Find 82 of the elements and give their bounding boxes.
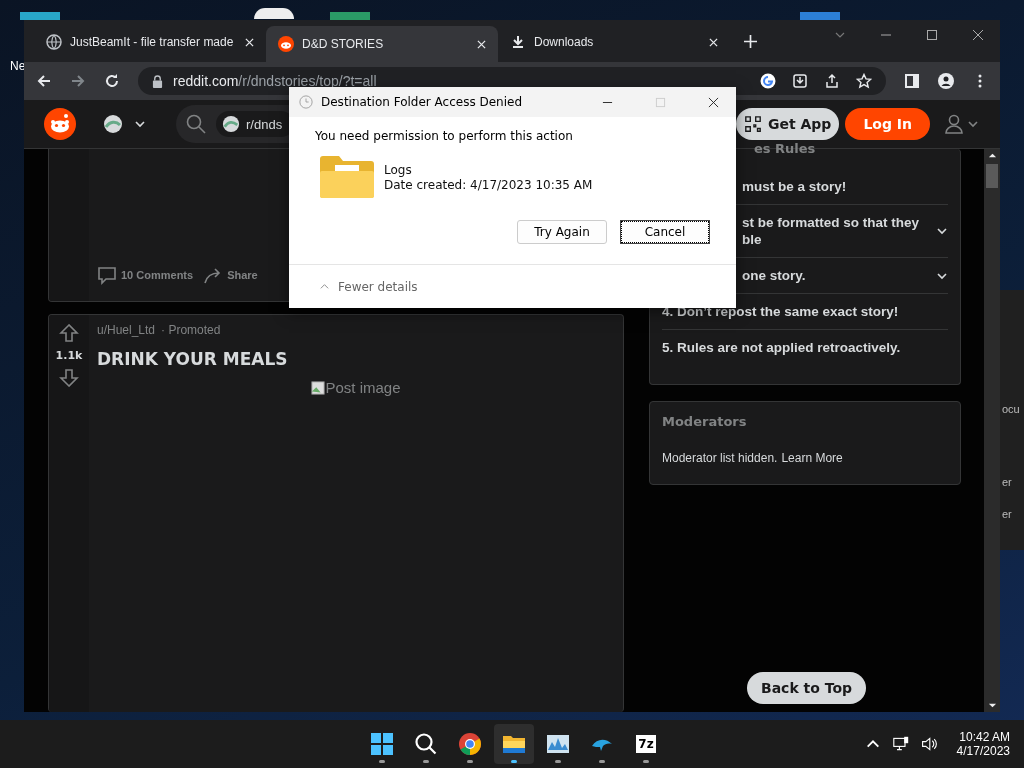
- taskbar-app[interactable]: [494, 724, 534, 764]
- download-icon: [510, 34, 526, 50]
- file-date: Date created: 4/17/2023 10:35 AM: [384, 177, 593, 192]
- close-icon[interactable]: [708, 96, 719, 108]
- browser-tab[interactable]: D&D STORIES: [266, 26, 498, 62]
- chevron-up-icon: [319, 281, 330, 292]
- window-text: er: [1002, 476, 1012, 488]
- maximize-icon: [655, 96, 666, 108]
- network-icon[interactable]: [892, 736, 909, 752]
- reload-icon[interactable]: [104, 73, 120, 89]
- share-icon[interactable]: [824, 73, 840, 89]
- star-icon[interactable]: [856, 73, 872, 89]
- dialog-button[interactable]: Try Again: [517, 220, 607, 244]
- desktop-icon-label[interactable]: Ne: [10, 59, 26, 73]
- browser-tab[interactable]: Downloads: [498, 26, 730, 58]
- side-panel-icon[interactable]: [904, 73, 920, 89]
- archive-app-icon: 7z: [636, 735, 656, 753]
- dialog-button[interactable]: Cancel: [620, 220, 710, 244]
- back-arrow-icon[interactable]: [36, 73, 52, 89]
- get-app-button[interactable]: Get App: [735, 108, 840, 140]
- learn-more-link[interactable]: Learn More: [781, 451, 843, 465]
- rule-text[interactable]: one story.: [742, 267, 928, 284]
- file-name: Logs: [384, 162, 413, 177]
- clock-icon: [299, 95, 313, 109]
- new-tab-icon[interactable]: [744, 35, 757, 48]
- close-tab-icon[interactable]: [709, 37, 718, 47]
- search-icon: [414, 732, 438, 756]
- performance-chart-icon: [546, 732, 570, 756]
- taskbar-app[interactable]: 7z: [626, 724, 666, 764]
- url-text: reddit.com/r/dndstories/top/?t=all: [173, 73, 377, 89]
- vote-count: 1.1k: [55, 349, 83, 362]
- dialog-title: Destination Folder Access Denied: [321, 95, 524, 109]
- chevron-down-icon[interactable]: [134, 118, 146, 130]
- globe-icon: [46, 34, 62, 50]
- fewer-details-toggle[interactable]: Fewer details: [319, 279, 418, 294]
- dialog-message: You need permission to perform this action: [315, 129, 574, 143]
- close-tab-icon[interactable]: [245, 37, 254, 47]
- close-tab-icon[interactable]: [477, 39, 486, 49]
- scroll-up-arrow-icon[interactable]: [987, 151, 997, 160]
- qr-code-icon: [743, 115, 762, 133]
- rule-text[interactable]: st be formatted so that they ble: [742, 214, 928, 248]
- rules-heading: es Rules: [754, 141, 817, 158]
- rule-text[interactable]: 5. Rules are not applied retroactively.: [662, 339, 948, 356]
- speaker-icon[interactable]: [920, 736, 937, 752]
- window-text: ocu: [1002, 403, 1020, 415]
- search-icon: [186, 114, 206, 134]
- broken-image-alt-text: Post image: [311, 379, 401, 396]
- install-icon[interactable]: [792, 73, 808, 89]
- upvote-arrow-icon[interactable]: [59, 323, 79, 343]
- downvote-arrow-icon[interactable]: [59, 368, 79, 388]
- post-author[interactable]: u/Huel_Ltd: [97, 323, 156, 337]
- lock-icon: [152, 74, 163, 88]
- close-icon[interactable]: [972, 29, 984, 41]
- promoted-label: · Promoted: [161, 323, 221, 337]
- forward-arrow-icon[interactable]: [70, 73, 86, 89]
- browser-tab[interactable]: JustBeamIt - file transfer made: [34, 26, 266, 58]
- reddit-logo-icon: [278, 36, 294, 52]
- moderators-heading: Moderators: [662, 414, 748, 429]
- google-icon[interactable]: [760, 73, 776, 89]
- moderators-note: Moderator list hidden.: [662, 451, 778, 465]
- profile-icon[interactable]: [938, 73, 954, 89]
- community-icon: [222, 115, 240, 133]
- share-link[interactable]: Share: [203, 265, 258, 285]
- comment-icon: [97, 265, 117, 285]
- reddit-logo-icon[interactable]: [44, 108, 76, 140]
- scroll-down-arrow-icon[interactable]: [987, 701, 997, 710]
- back-to-top-button[interactable]: Back to Top: [747, 672, 867, 704]
- post-title[interactable]: DRINK YOUR MEALS: [97, 349, 615, 369]
- desktop-app-icon[interactable]: [254, 8, 294, 19]
- rule-text[interactable]: must be a story!: [742, 178, 948, 195]
- scrollbar-thumb[interactable]: [986, 164, 998, 188]
- chevron-down-icon[interactable]: [936, 225, 948, 237]
- folder-icon: [319, 155, 375, 199]
- community-icon[interactable]: [102, 113, 124, 135]
- clock[interactable]: 10:42 AM 4/17/2023: [956, 730, 1010, 758]
- broken-image-icon: [311, 380, 326, 395]
- user-menu-icon[interactable]: [944, 114, 980, 134]
- maximize-icon[interactable]: [926, 29, 938, 41]
- comments-link[interactable]: 10 Comments: [97, 265, 194, 285]
- window-text: er: [1002, 508, 1012, 520]
- chrome-logo-icon: [458, 732, 482, 756]
- windows-logo-icon: [370, 732, 394, 756]
